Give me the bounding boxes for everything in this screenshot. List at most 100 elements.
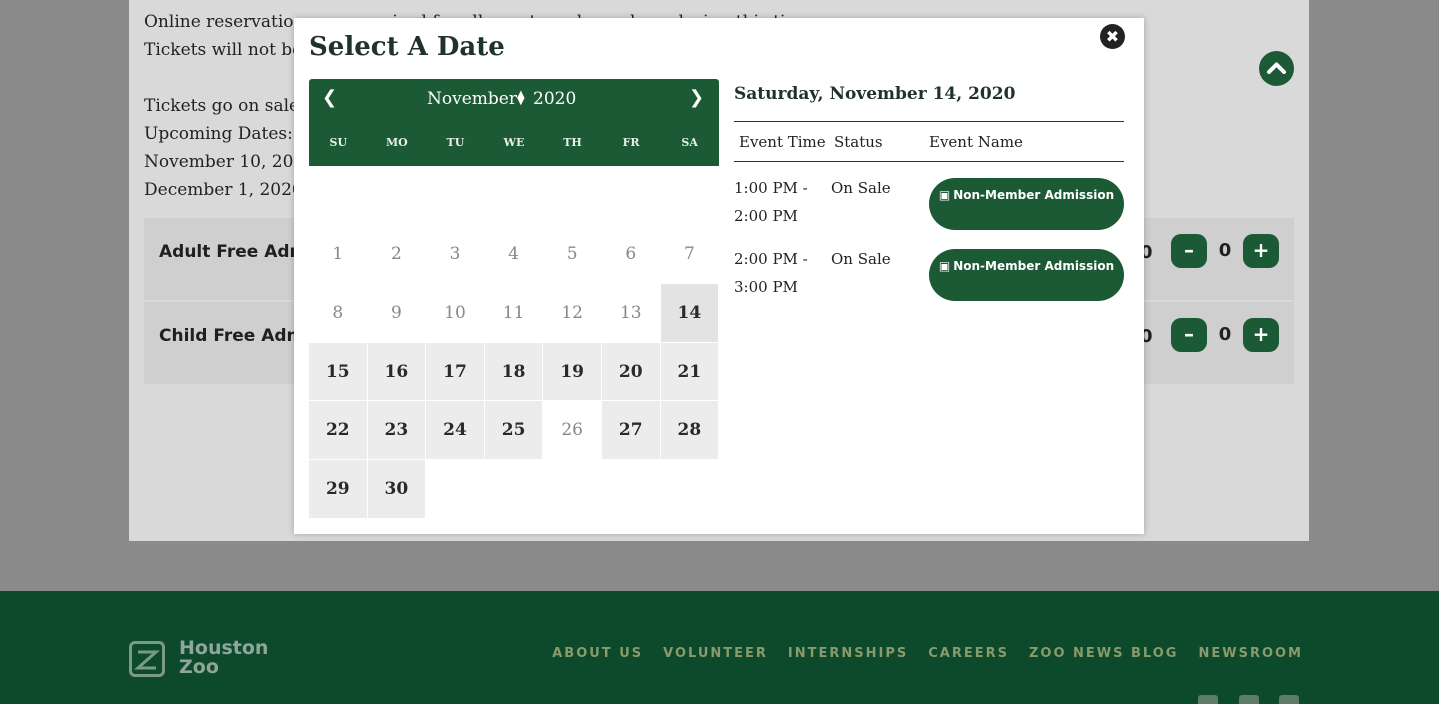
chevron-up-icon xyxy=(1267,62,1286,74)
modal-title: Select A Date xyxy=(309,32,505,62)
decrease-quantity-button[interactable]: – xyxy=(1171,234,1207,268)
calendar-day: 26 xyxy=(561,420,583,441)
event-status: On Sale xyxy=(831,179,891,197)
calendar-day: 13 xyxy=(619,302,642,323)
weekday-label: FR xyxy=(622,136,640,149)
calendar-day[interactable]: 24 xyxy=(426,401,484,459)
event-row: 1:00 PM - 2:00 PM On Sale ▣ Non-Member Ad… xyxy=(734,162,1124,233)
weekday-label: TH xyxy=(563,136,582,149)
close-icon[interactable]: ✖ xyxy=(1100,24,1125,49)
calendar-day[interactable]: 29 xyxy=(309,459,367,518)
event-row: 2:00 PM - 3:00 PM On Sale ▣ Non-Member Ad… xyxy=(734,233,1124,304)
calendar-day: 8 xyxy=(332,302,344,323)
houston-zoo-logo[interactable]: Houston Zoo xyxy=(129,637,269,681)
calendar-header: ❮ November ▲ ▼ 2020 ❯ SU MO TU WE TH FR S… xyxy=(309,79,719,166)
next-month-icon[interactable]: ❯ xyxy=(689,87,704,108)
quantity-value[interactable]: 0 xyxy=(1210,324,1240,345)
event-detail-panel: Saturday, November 14, 2020 Event Time S… xyxy=(734,84,1124,304)
increase-quantity-button[interactable]: + xyxy=(1243,318,1279,352)
calendar-day: 10 xyxy=(444,302,466,323)
twitter-icon[interactable] xyxy=(1239,695,1259,704)
calendar-empty-cell xyxy=(661,167,719,225)
weekday-label: WE xyxy=(503,136,525,149)
weekday-label: TU xyxy=(446,136,465,149)
footer-link-careers[interactable]: CAREERS xyxy=(928,646,1009,661)
event-table-header: Event Time Status Event Name xyxy=(734,122,1124,162)
footer-link-volunteer[interactable]: VOLUNTEER xyxy=(663,646,768,661)
calendar-day: 6 xyxy=(625,244,637,265)
select-date-modal: Select A Date ✖ ❮ November ▲ ▼ 2020 ❯ SU … xyxy=(294,18,1144,534)
info-line: Tickets go on sale xyxy=(144,96,300,116)
site-footer: Houston Zoo ABOUT US VOLUNTEER INTERNSHI… xyxy=(0,591,1439,704)
calendar-day[interactable]: 21 xyxy=(660,342,719,401)
event-time: 2:00 PM - 3:00 PM xyxy=(734,250,808,296)
sort-arrows-icon: ▲ ▼ xyxy=(517,89,525,107)
info-line: Upcoming Dates: xyxy=(144,124,293,144)
calendar: ❮ November ▲ ▼ 2020 ❯ SU MO TU WE TH FR S… xyxy=(309,79,719,518)
info-line: Tickets will not be xyxy=(144,40,303,60)
decrease-quantity-button[interactable]: – xyxy=(1171,318,1207,352)
logo-mark-icon xyxy=(129,641,165,677)
event-time: 1:00 PM - 2:00 PM xyxy=(734,179,808,225)
calendar-day: 4 xyxy=(508,244,519,265)
calendar-day: 2 xyxy=(390,244,402,265)
footer-nav: ABOUT US VOLUNTEER INTERNSHIPS CAREERS Z… xyxy=(552,646,1303,661)
calendar-day: 11 xyxy=(502,302,525,323)
calendar-day[interactable]: 28 xyxy=(660,401,719,459)
increase-quantity-button[interactable]: + xyxy=(1243,234,1279,268)
previous-month-icon[interactable]: ❮ xyxy=(322,87,337,108)
calendar-day[interactable]: 25 xyxy=(484,401,543,459)
weekday-label: SU xyxy=(329,136,348,149)
image-icon: ▣ xyxy=(938,259,951,273)
footer-link-newsroom[interactable]: NEWSROOM xyxy=(1198,646,1303,661)
calendar-day[interactable]: 19 xyxy=(543,342,601,401)
selected-date-heading: Saturday, November 14, 2020 xyxy=(734,84,1124,122)
column-header: Event Time xyxy=(739,133,826,151)
weekday-label: SA xyxy=(681,136,698,149)
calendar-day[interactable]: 17 xyxy=(426,342,484,401)
event-name: Non-Member Admission xyxy=(953,188,1115,202)
calendar-day: 1 xyxy=(332,244,344,265)
instagram-icon[interactable] xyxy=(1279,695,1299,704)
logo-text: Houston Zoo xyxy=(179,637,269,678)
column-header: Event Name xyxy=(929,133,1023,151)
ticket-name: Adult Free Admi xyxy=(159,242,314,262)
calendar-day: 12 xyxy=(561,302,583,323)
event-book-button[interactable]: ▣ Non-Member Admission xyxy=(929,178,1124,230)
calendar-empty-cell xyxy=(426,167,484,225)
calendar-day[interactable]: 22 xyxy=(309,401,367,459)
calendar-day[interactable]: 20 xyxy=(601,342,660,401)
calendar-day[interactable]: 23 xyxy=(367,401,426,459)
footer-link-about-us[interactable]: ABOUT US xyxy=(552,646,643,661)
calendar-day[interactable]: 27 xyxy=(601,401,660,459)
quantity-value[interactable]: 0 xyxy=(1210,240,1240,261)
ticket-name: Child Free Admi xyxy=(159,326,311,346)
calendar-empty-cell xyxy=(602,167,660,225)
month-select[interactable]: November xyxy=(427,89,517,109)
calendar-day[interactable]: 14 xyxy=(660,284,719,342)
weekday-row: SU MO TU WE TH FR SA xyxy=(309,136,719,149)
calendar-day: 5 xyxy=(566,244,578,265)
calendar-empty-cell xyxy=(485,167,543,225)
calendar-empty-cell xyxy=(543,167,601,225)
calendar-day[interactable]: 18 xyxy=(484,342,543,401)
column-header: Status xyxy=(834,133,883,151)
footer-link-zoo-news-blog[interactable]: ZOO NEWS BLOG xyxy=(1029,646,1179,661)
calendar-day[interactable]: 30 xyxy=(367,459,426,518)
calendar-day[interactable]: 15 xyxy=(309,342,367,401)
facebook-icon[interactable] xyxy=(1198,695,1218,704)
footer-link-internships[interactable]: INTERNSHIPS xyxy=(788,646,908,661)
calendar-empty-cell xyxy=(368,167,426,225)
calendar-day-grid: 1 2 3 4 5 6 7 8 9 10 11 12 13 14 15 16 17 18 19 20 21 22 23 24 2… xyxy=(309,167,719,518)
calendar-day: 9 xyxy=(390,302,402,323)
info-line: November 10, 202 xyxy=(144,152,305,172)
event-name: Non-Member Admission xyxy=(953,259,1115,273)
scroll-to-top-button[interactable] xyxy=(1259,51,1294,86)
weekday-label: MO xyxy=(385,136,408,149)
event-book-button[interactable]: ▣ Non-Member Admission xyxy=(929,249,1124,301)
image-icon: ▣ xyxy=(938,188,951,202)
calendar-empty-cell xyxy=(309,167,367,225)
calendar-day[interactable]: 16 xyxy=(367,342,426,401)
year-select[interactable]: 2020 xyxy=(533,89,576,109)
calendar-day: 3 xyxy=(449,244,461,265)
